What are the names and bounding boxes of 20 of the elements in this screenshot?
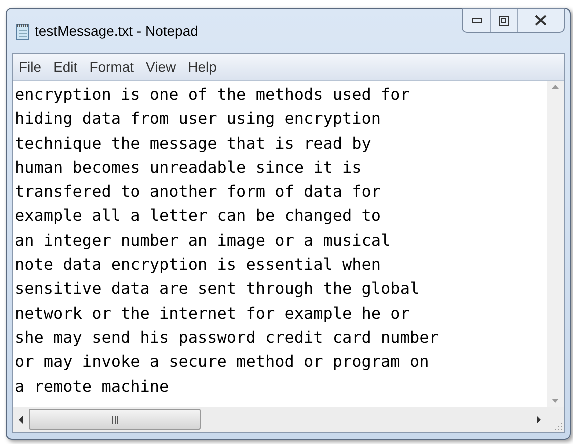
scroll-right-icon: [537, 416, 541, 424]
restore-icon: [499, 16, 509, 26]
vertical-scrollbar[interactable]: [547, 81, 564, 407]
scroll-left-icon: [19, 416, 23, 424]
menu-item[interactable]: Format: [90, 56, 134, 78]
window-title: testMessage.txt - Notepad: [35, 22, 198, 41]
scroll-thumb[interactable]: [29, 409, 201, 430]
resize-grip-icon: [554, 422, 562, 430]
horizontal-scrollbar[interactable]: [13, 407, 547, 432]
grip-icon: [112, 416, 118, 424]
text-content: encryption is one of the methods used for hiding data from user using encryption technique the message that is read by human becomes unreadable since it is transfered to another form of data for example all a letter can be changed to an integer number an image or a musical note data encryption is essential when sensitive data are sent through the global network or the internet for example he or she may send his password credit card number or may invoke a secure method or program on a remote machine: [14, 84, 440, 398]
scroll-up-icon: [552, 85, 559, 89]
menu-item[interactable]: File: [19, 56, 42, 78]
notepad-icon: [16, 22, 30, 40]
menu-item[interactable]: Help: [188, 56, 217, 78]
minimize-icon: [472, 18, 482, 23]
close-icon: [535, 15, 547, 26]
menu-item[interactable]: Edit: [54, 56, 78, 78]
scroll-down-icon: [552, 399, 559, 403]
menu-item[interactable]: View: [146, 56, 176, 78]
